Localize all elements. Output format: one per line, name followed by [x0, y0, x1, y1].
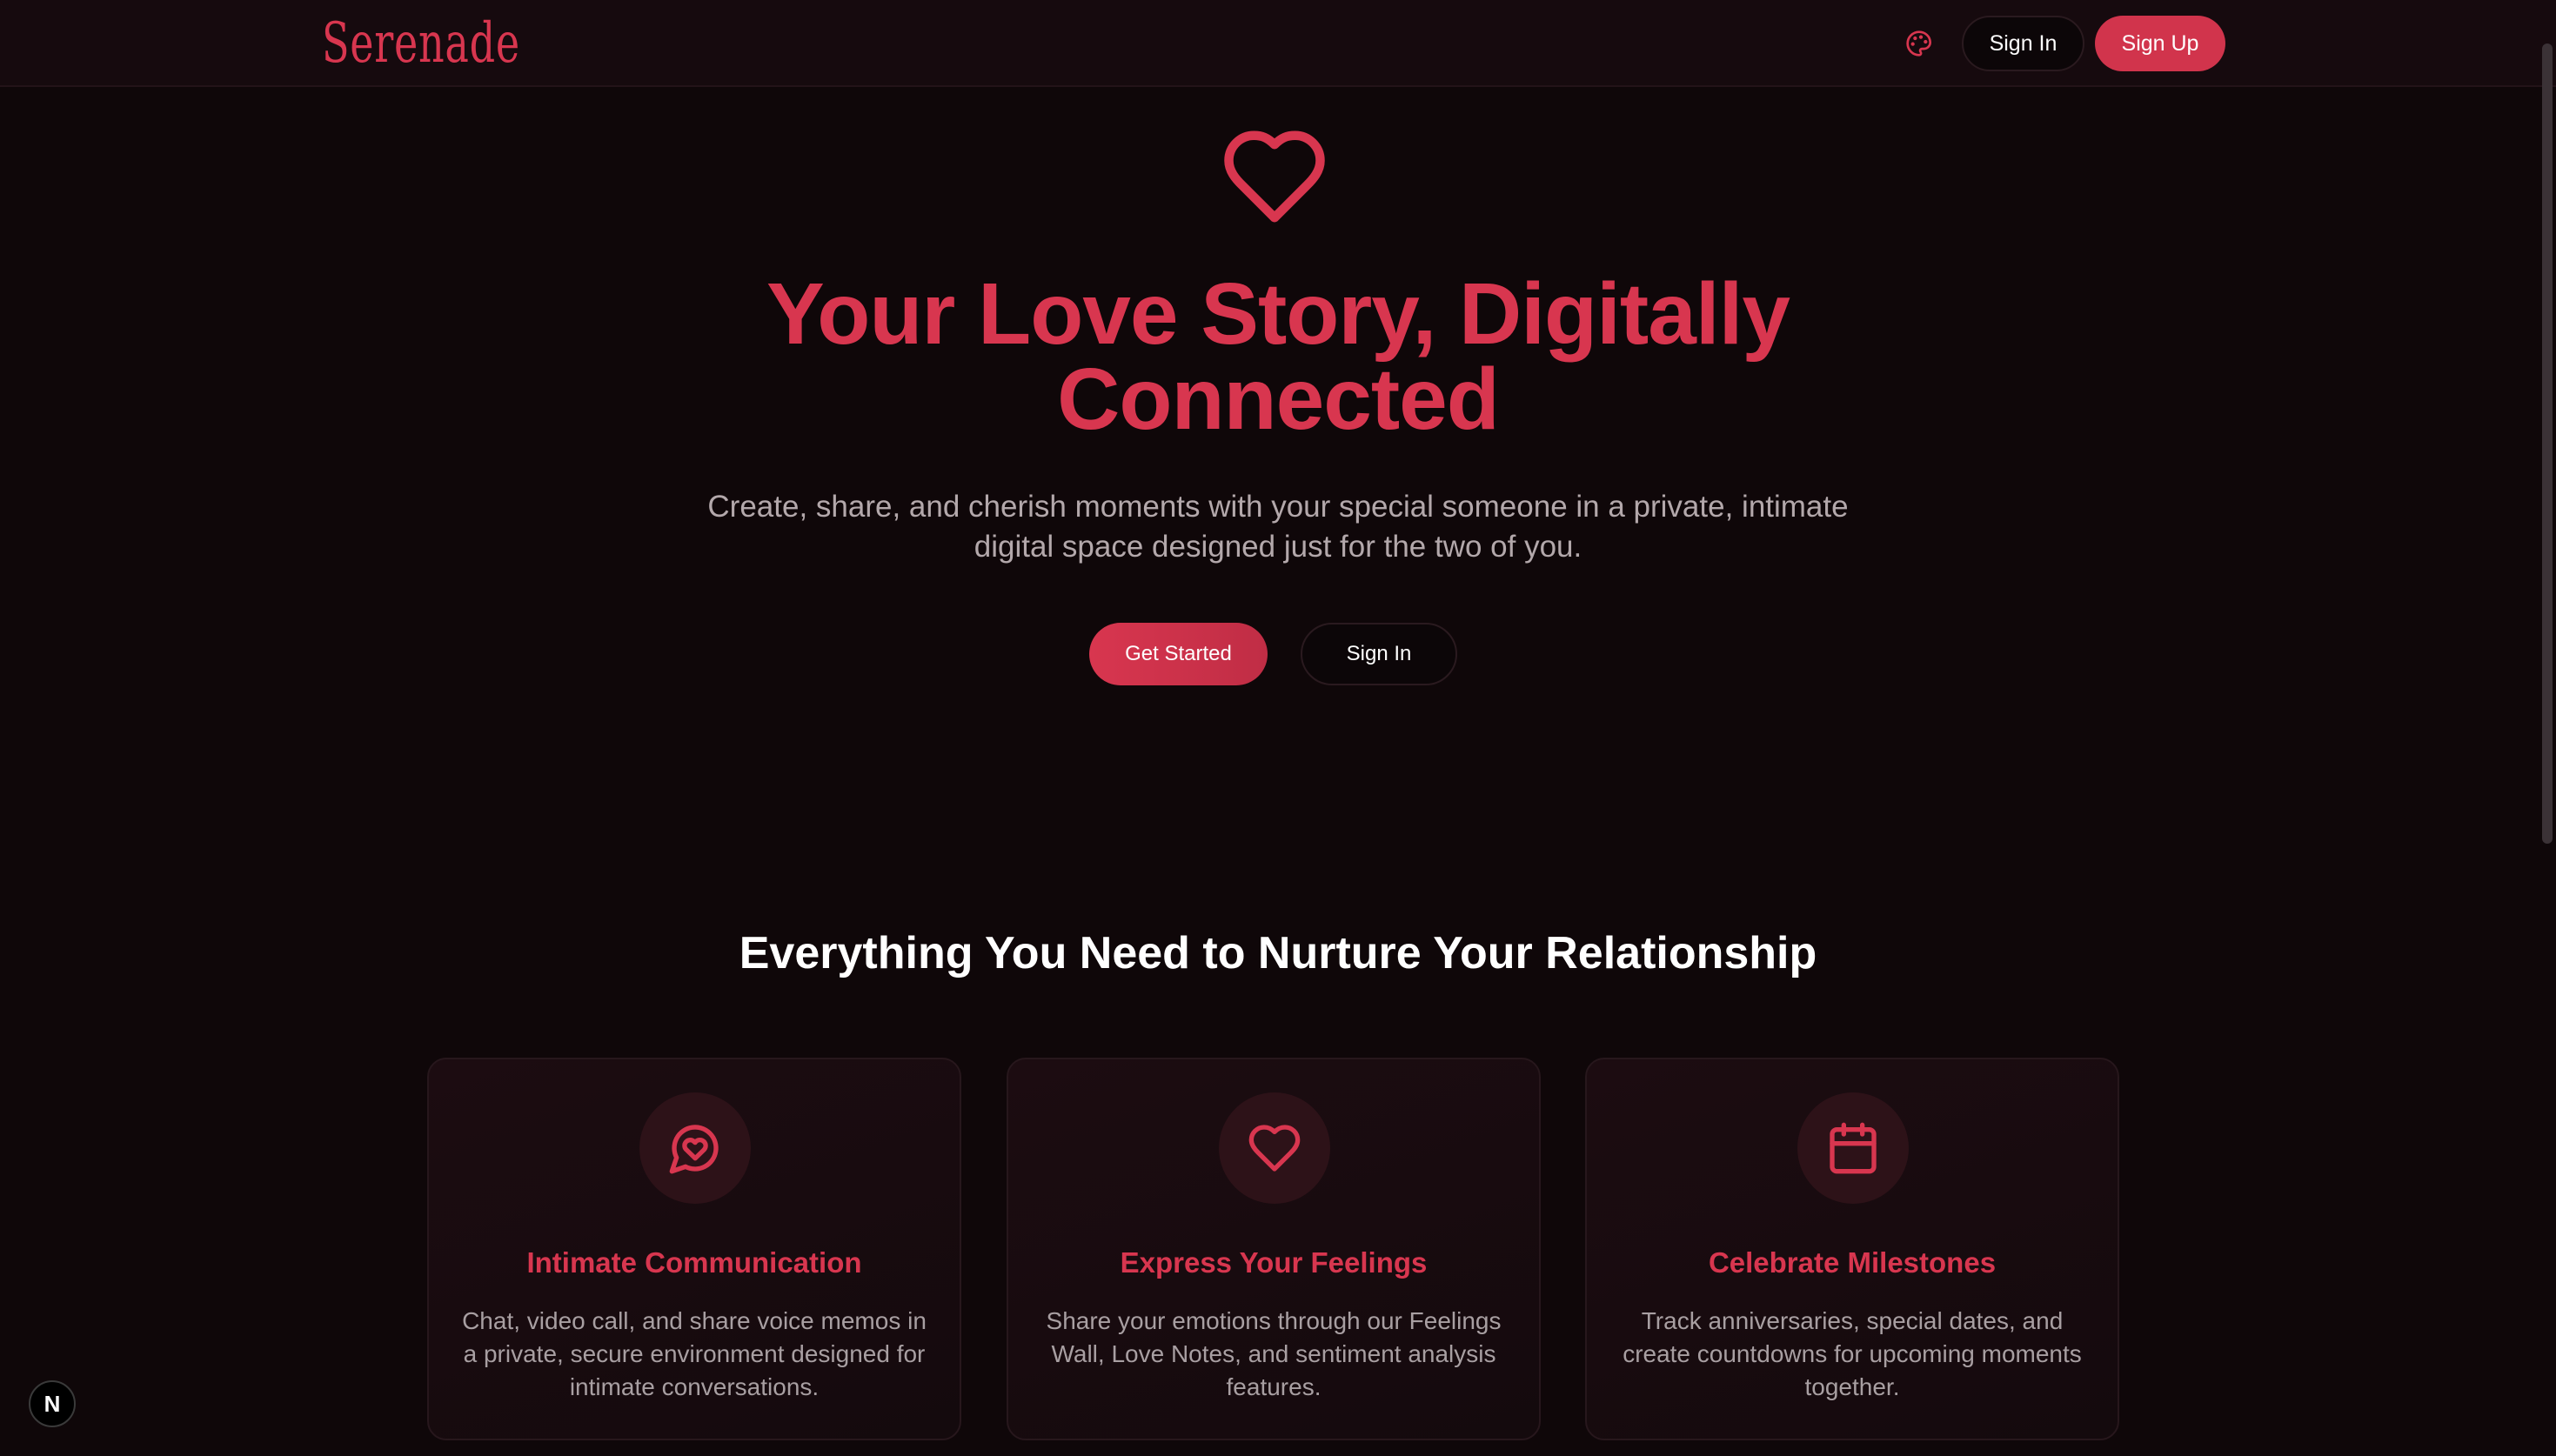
- feature-icon-badge: [639, 1092, 751, 1204]
- feature-description: Track anniversaries, special dates, and …: [1623, 1307, 2082, 1400]
- get-started-button[interactable]: Get Started: [1089, 623, 1268, 685]
- palette-icon: [1906, 30, 1931, 57]
- feature-card-feelings: Express Your Feelings Share your emotion…: [1007, 1058, 1541, 1440]
- hero-title: Your Love Story, Digitally Connected: [766, 265, 1790, 448]
- hero-sign-in-button[interactable]: Sign In: [1301, 623, 1457, 685]
- feature-icon-badge: [1797, 1092, 1909, 1204]
- nav-sign-in-button[interactable]: Sign In: [1962, 16, 2084, 71]
- calendar-icon: [1830, 1122, 1877, 1174]
- top-navbar: Serenade Sign In Sign Up: [0, 0, 2556, 87]
- features-heading: Everything You Need to Nurture Your Rela…: [739, 928, 1817, 978]
- message-heart-icon: [669, 1125, 719, 1174]
- feature-description: Chat, video call, and share voice memos …: [462, 1307, 927, 1400]
- feature-icon-badge: [1219, 1092, 1330, 1204]
- feature-title: Celebrate Milestones: [1708, 1246, 1997, 1279]
- feature-description: Share your emotions through our Feelings…: [1046, 1307, 1502, 1400]
- feature-title: Express Your Feelings: [1120, 1246, 1428, 1279]
- heart-icon: [1224, 130, 1325, 223]
- brand-logo[interactable]: Serenade: [322, 9, 520, 78]
- page-scrollbar[interactable]: [2542, 43, 2553, 844]
- nav-sign-up-button[interactable]: Sign Up: [2095, 16, 2225, 71]
- dev-tools-badge[interactable]: N: [29, 1380, 76, 1427]
- feature-card-communication: Intimate Communication Chat, video call,…: [427, 1058, 961, 1440]
- theme-toggle-button[interactable]: [1904, 28, 1935, 59]
- heart-icon: [1248, 1125, 1301, 1172]
- hero-subtitle: Create, share, and cherish moments with …: [707, 490, 1849, 564]
- feature-card-milestones: Celebrate Milestones Track anniversaries…: [1585, 1058, 2119, 1440]
- feature-title: Intimate Communication: [526, 1246, 862, 1279]
